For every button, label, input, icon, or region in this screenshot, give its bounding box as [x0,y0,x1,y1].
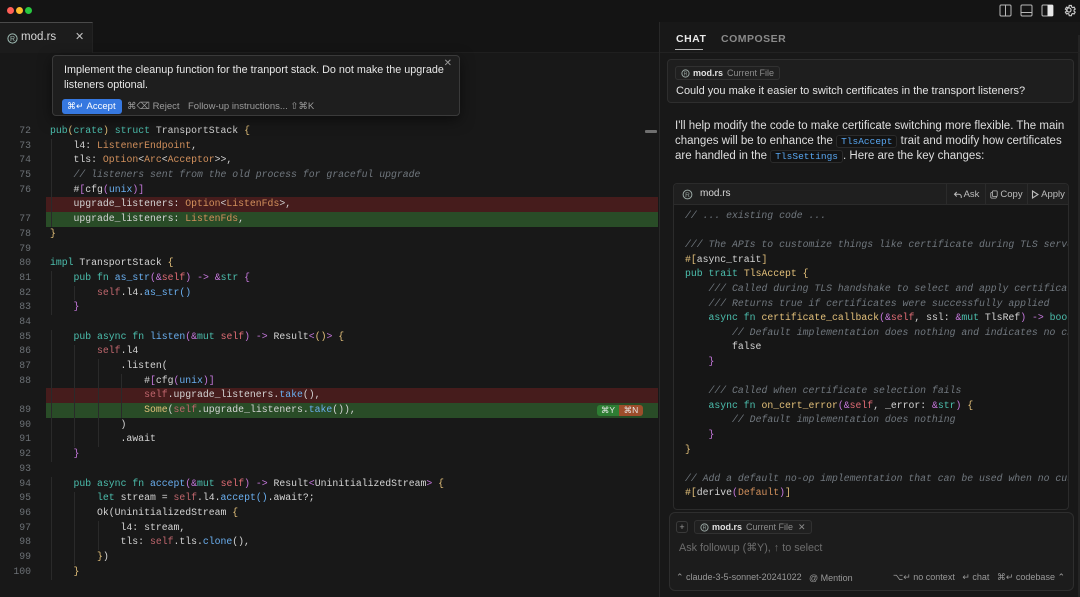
svg-text:R: R [684,71,688,77]
svg-text:R: R [685,192,690,199]
svg-text:R: R [703,525,707,531]
svg-text:R: R [10,36,15,43]
